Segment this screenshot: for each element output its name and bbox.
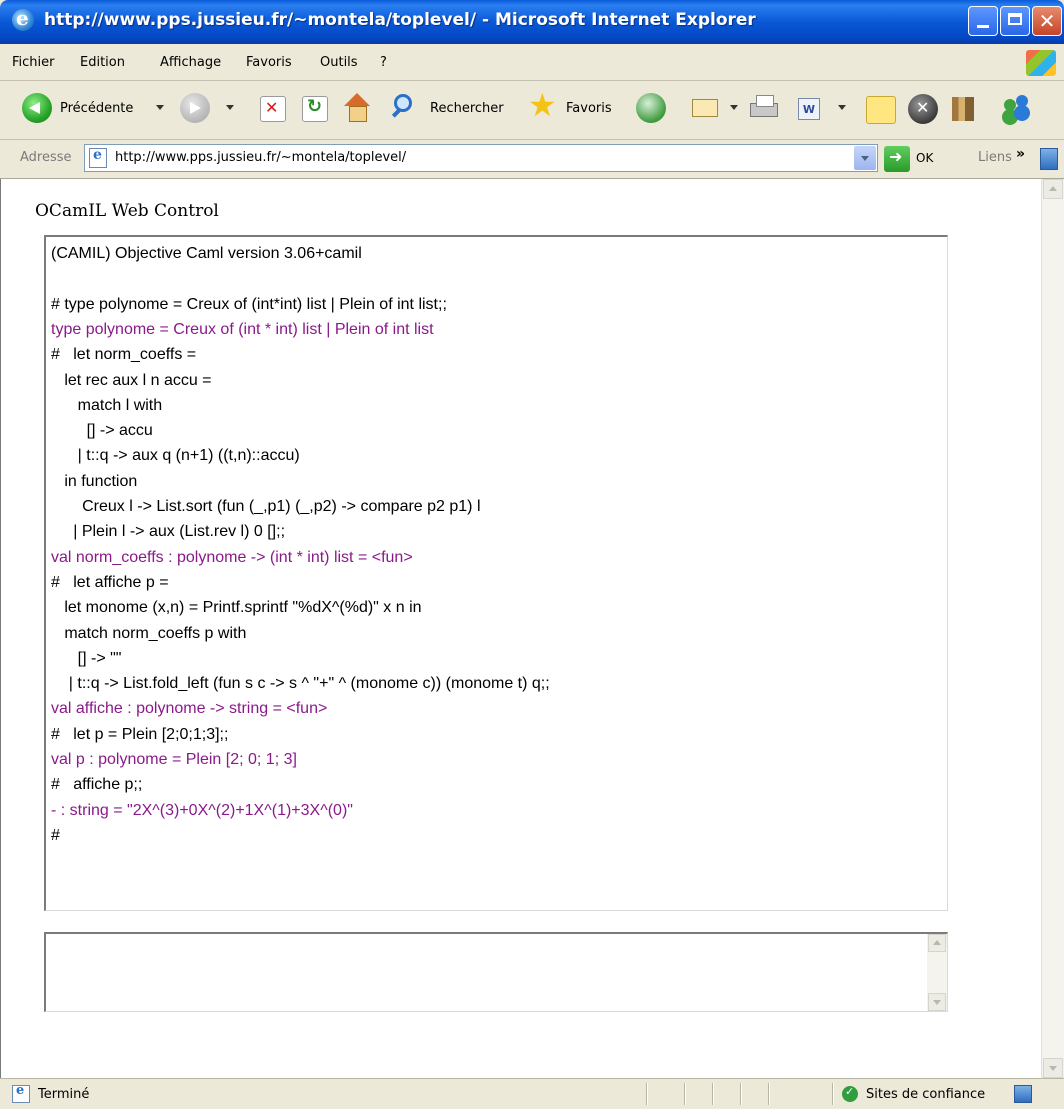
toplevel-line: let monome (x,n) = Printf.sprintf "%dX^(… [51,599,422,617]
ie-logo-icon [12,6,34,31]
toplevel-response-line: - : string = "2X^(3)+0X^(2)+1X^(1)+3X^(0… [51,801,353,819]
status-bar: Terminé Sites de confiance [0,1078,1064,1109]
toplevel-line: (CAMIL) Objective Caml version 3.06+cami… [51,245,362,262]
toplevel-line: [] -> accu [51,422,153,440]
maximize-button[interactable] [1000,6,1030,36]
windows-logo-icon [1026,50,1056,76]
address-bar: Adresse http://www.pps.jussieu.fr/~monte… [0,140,1064,179]
msn-icon[interactable] [908,94,938,124]
go-arrow-icon[interactable] [884,146,910,172]
minimize-button[interactable] [968,6,998,36]
search-icon[interactable] [392,93,422,125]
home-icon[interactable] [342,93,372,125]
toplevel-line: Creux l -> List.sort (fun (_,p1) (_,p2) … [51,498,481,515]
toplevel-line: [] -> "" [51,649,122,667]
status-divider [712,1083,714,1105]
search-button-label[interactable]: Rechercher [430,101,504,116]
back-button-label[interactable]: Précédente [60,101,133,116]
address-url[interactable]: http://www.pps.jussieu.fr/~montela/tople… [115,150,406,165]
toplevel-response-line: val p : polynome = Plein [2; 0; 1; 3] [51,751,297,768]
menu-bar: Fichier Edition Affichage Favoris Outils… [0,44,1064,81]
links-label[interactable]: Liens [978,150,1012,165]
discuss-note-icon[interactable] [866,96,896,124]
window-title: http://www.pps.jussieu.fr/~montela/tople… [44,10,756,30]
security-zone-label: Sites de confiance [866,1087,986,1102]
zone-page-icon [1014,1085,1032,1103]
back-arrow-icon[interactable] [22,93,52,123]
menu-favoris[interactable]: Favoris [246,55,292,70]
research-icon[interactable] [950,93,978,125]
status-page-icon [12,1083,30,1103]
menu-affichage[interactable]: Affichage [160,55,221,70]
refresh-icon[interactable] [302,96,328,122]
toplevel-line: # [51,826,60,844]
history-icon[interactable] [636,93,666,123]
status-divider [832,1083,834,1105]
forward-dropdown-icon[interactable] [226,105,234,110]
status-divider [740,1083,742,1105]
forward-arrow-icon[interactable] [180,93,210,123]
scroll-up-icon[interactable] [1043,179,1063,199]
toolbar: Précédente Rechercher ★ Favoris W [0,81,1064,140]
toplevel-output[interactable]: (CAMIL) Objective Caml version 3.06+cami… [44,235,948,911]
status-divider [768,1083,770,1105]
back-dropdown-icon[interactable] [156,105,164,110]
address-dropdown-button[interactable] [854,146,876,170]
menu-outils[interactable]: Outils [320,55,358,70]
toplevel-line: | Plein l -> aux (List.rev l) 0 [];; [51,523,286,541]
toplevel-input[interactable] [44,932,948,1012]
toplevel-line: match l with [51,396,163,414]
page-scrollbar[interactable] [1041,179,1064,1078]
toplevel-line: in function [51,472,138,490]
page-viewport: OCamIL Web Control (CAMIL) Objective Cam… [0,179,1064,1078]
edit-word-icon[interactable]: W [798,98,820,120]
toplevel-line: # let p = Plein [2;0;1;3];; [51,725,229,743]
toplevel-line: # type polynome = Creux of (int*int) lis… [51,295,447,313]
edit-dropdown-icon[interactable] [838,105,846,110]
links-chevron-icon[interactable]: » [1016,146,1025,162]
toplevel-line: | t::q -> aux q (n+1) ((t,n)::accu) [51,447,300,465]
menu-fichier[interactable]: Fichier [12,55,55,70]
input-scroll-down-icon[interactable] [928,993,946,1011]
favorites-button-label[interactable]: Favoris [566,101,612,116]
toplevel-line: match norm_coeffs p with [51,624,247,642]
title-bar[interactable]: http://www.pps.jussieu.fr/~montela/tople… [0,0,1064,44]
toplevel-line: # affiche p;; [51,776,143,794]
address-input[interactable]: http://www.pps.jussieu.fr/~montela/tople… [84,144,878,172]
menu-help[interactable]: ? [380,55,387,70]
close-button[interactable]: ✕ [1032,6,1062,36]
toplevel-line: | t::q -> List.fold_left (fun s c -> s ^… [51,675,550,693]
input-scroll-up-icon[interactable] [928,934,946,952]
page-title: OCamIL Web Control [35,201,219,221]
favorites-star-icon[interactable]: ★ [528,89,562,122]
toplevel-line: # let affiche p = [51,573,169,591]
mail-dropdown-icon[interactable] [730,105,738,110]
status-text: Terminé [38,1087,90,1102]
page-icon [89,147,107,168]
toplevel-line: let rec aux l n accu = [51,371,212,389]
mail-icon[interactable] [690,93,724,125]
address-label: Adresse [20,150,72,165]
status-divider [646,1083,648,1105]
trusted-zone-icon [842,1085,858,1102]
print-icon[interactable] [748,93,780,125]
messenger-icon[interactable] [1000,93,1030,125]
stop-icon[interactable] [260,96,286,122]
links-page-icon[interactable] [1040,148,1058,170]
input-scrollbar[interactable] [927,934,947,1011]
scroll-down-icon[interactable] [1043,1058,1063,1078]
menu-edition[interactable]: Edition [80,55,125,70]
status-divider [684,1083,686,1105]
toplevel-response-line: type polynome = Creux of (int * int) lis… [51,320,434,338]
toplevel-response-line: val norm_coeffs : polynome -> (int * int… [51,548,413,566]
toplevel-response-line: val affiche : polynome -> string = <fun> [51,700,328,718]
go-button-label[interactable]: OK [916,151,933,165]
toplevel-line: # let norm_coeffs = [51,346,197,364]
